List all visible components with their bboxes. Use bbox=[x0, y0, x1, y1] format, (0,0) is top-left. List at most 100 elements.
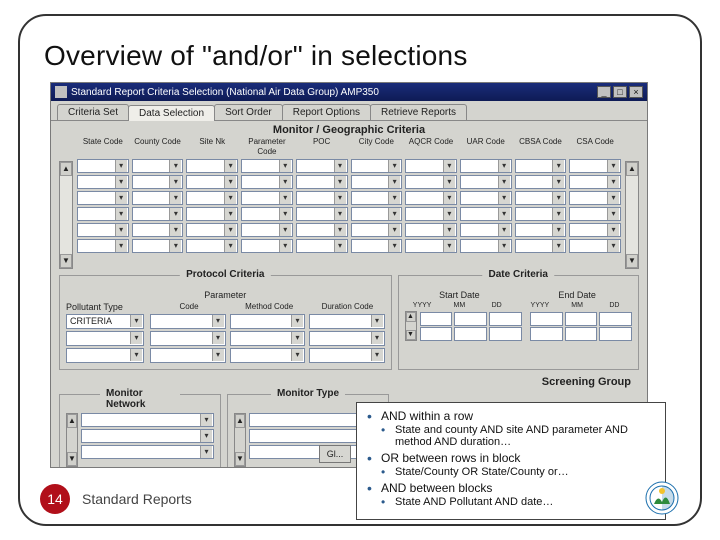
mg-input[interactable] bbox=[351, 159, 403, 173]
mg-input[interactable] bbox=[296, 191, 348, 205]
tab-sort-order[interactable]: Sort Order bbox=[214, 104, 283, 120]
mn-scroll[interactable]: ▲ ▼ bbox=[66, 413, 78, 467]
mg-input[interactable] bbox=[186, 223, 238, 237]
end-year-input[interactable] bbox=[530, 312, 563, 326]
mg-input[interactable] bbox=[515, 239, 567, 253]
scroll-up-icon[interactable]: ▲ bbox=[235, 414, 245, 428]
mg-input[interactable] bbox=[241, 175, 293, 189]
mg-input[interactable] bbox=[132, 159, 184, 173]
mg-input[interactable] bbox=[241, 239, 293, 253]
mg-input[interactable] bbox=[186, 175, 238, 189]
mg-input[interactable] bbox=[241, 159, 293, 173]
mg-input[interactable] bbox=[569, 223, 621, 237]
mg-input[interactable] bbox=[460, 207, 512, 221]
mg-input[interactable] bbox=[351, 191, 403, 205]
minimize-button[interactable]: _ bbox=[597, 86, 611, 98]
scroll-up-icon[interactable]: ▲ bbox=[406, 312, 416, 322]
mg-input[interactable] bbox=[460, 159, 512, 173]
scroll-down-icon[interactable]: ▼ bbox=[235, 452, 245, 466]
mn-input[interactable] bbox=[81, 445, 214, 459]
scroll-up-icon[interactable]: ▲ bbox=[60, 162, 72, 176]
tab-report-options[interactable]: Report Options bbox=[282, 104, 371, 120]
start-day-input[interactable] bbox=[489, 312, 522, 326]
mg-input[interactable] bbox=[405, 223, 457, 237]
scroll-down-icon[interactable]: ▼ bbox=[67, 452, 77, 466]
mg-input[interactable] bbox=[296, 175, 348, 189]
pc-duration-input[interactable] bbox=[309, 331, 385, 346]
close-button[interactable]: × bbox=[629, 86, 643, 98]
mg-input[interactable] bbox=[132, 207, 184, 221]
mg-input[interactable] bbox=[405, 159, 457, 173]
mg-input[interactable] bbox=[132, 191, 184, 205]
mg-input[interactable] bbox=[241, 207, 293, 221]
mg-input[interactable] bbox=[515, 207, 567, 221]
mg-input[interactable] bbox=[296, 223, 348, 237]
mn-input[interactable] bbox=[81, 429, 214, 443]
mg-input[interactable] bbox=[460, 191, 512, 205]
mn-input[interactable] bbox=[81, 413, 214, 427]
mg-input[interactable] bbox=[132, 223, 184, 237]
pollutant-type-select[interactable] bbox=[66, 331, 144, 346]
start-day-input[interactable] bbox=[489, 327, 522, 341]
mg-input[interactable] bbox=[132, 239, 184, 253]
start-month-input[interactable] bbox=[454, 327, 487, 341]
mg-input[interactable] bbox=[241, 223, 293, 237]
mg-input[interactable] bbox=[460, 239, 512, 253]
mg-input[interactable] bbox=[186, 191, 238, 205]
mg-input[interactable] bbox=[460, 175, 512, 189]
mg-input[interactable] bbox=[132, 175, 184, 189]
mg-input[interactable] bbox=[351, 207, 403, 221]
mg-input[interactable] bbox=[77, 223, 129, 237]
scroll-down-icon[interactable]: ▼ bbox=[626, 254, 638, 268]
mg-scroll-left[interactable]: ▲ ▼ bbox=[59, 161, 73, 269]
mg-input[interactable] bbox=[569, 159, 621, 173]
end-day-input[interactable] bbox=[599, 312, 632, 326]
mg-input[interactable] bbox=[186, 207, 238, 221]
pollutant-type-select[interactable] bbox=[66, 348, 144, 363]
mg-input[interactable] bbox=[569, 239, 621, 253]
end-month-input[interactable] bbox=[565, 312, 598, 326]
mg-input[interactable] bbox=[405, 175, 457, 189]
mg-input[interactable] bbox=[186, 159, 238, 173]
mg-input[interactable] bbox=[77, 175, 129, 189]
mg-input[interactable] bbox=[77, 159, 129, 173]
tab-data-selection[interactable]: Data Selection bbox=[128, 105, 215, 121]
pollutant-type-select[interactable]: CRITERIA bbox=[66, 314, 144, 329]
mg-input[interactable] bbox=[515, 191, 567, 205]
mg-input[interactable] bbox=[515, 175, 567, 189]
mg-input[interactable] bbox=[405, 191, 457, 205]
pc-code-input[interactable] bbox=[150, 314, 226, 329]
start-year-input[interactable] bbox=[420, 312, 453, 326]
tab-retrieve-reports[interactable]: Retrieve Reports bbox=[370, 104, 467, 120]
scroll-down-icon[interactable]: ▼ bbox=[406, 330, 416, 340]
mg-input[interactable] bbox=[569, 175, 621, 189]
scroll-down-icon[interactable]: ▼ bbox=[60, 254, 72, 268]
system-menu-icon[interactable] bbox=[55, 86, 67, 98]
end-day-input[interactable] bbox=[599, 327, 632, 341]
scroll-up-icon[interactable]: ▲ bbox=[626, 162, 638, 176]
mg-input[interactable] bbox=[351, 239, 403, 253]
pc-method-input[interactable] bbox=[230, 314, 306, 329]
mg-input[interactable] bbox=[186, 239, 238, 253]
mg-input[interactable] bbox=[351, 175, 403, 189]
mg-input[interactable] bbox=[77, 191, 129, 205]
date-scroll[interactable]: ▲ ▼ bbox=[405, 311, 417, 341]
mg-input[interactable] bbox=[569, 191, 621, 205]
gl-button[interactable]: Gl... bbox=[319, 445, 351, 463]
maximize-button[interactable]: □ bbox=[613, 86, 627, 98]
pc-code-input[interactable] bbox=[150, 331, 226, 346]
mg-input[interactable] bbox=[405, 207, 457, 221]
start-year-input[interactable] bbox=[420, 327, 453, 341]
mg-input[interactable] bbox=[296, 207, 348, 221]
mg-input[interactable] bbox=[77, 207, 129, 221]
mg-input[interactable] bbox=[515, 223, 567, 237]
mg-scroll-right[interactable]: ▲ ▼ bbox=[625, 161, 639, 269]
pc-duration-input[interactable] bbox=[309, 348, 385, 363]
start-month-input[interactable] bbox=[454, 312, 487, 326]
mg-input[interactable] bbox=[405, 239, 457, 253]
end-year-input[interactable] bbox=[530, 327, 563, 341]
mg-input[interactable] bbox=[241, 191, 293, 205]
mg-input[interactable] bbox=[296, 239, 348, 253]
tab-criteria-set[interactable]: Criteria Set bbox=[57, 104, 129, 120]
mg-input[interactable] bbox=[569, 207, 621, 221]
